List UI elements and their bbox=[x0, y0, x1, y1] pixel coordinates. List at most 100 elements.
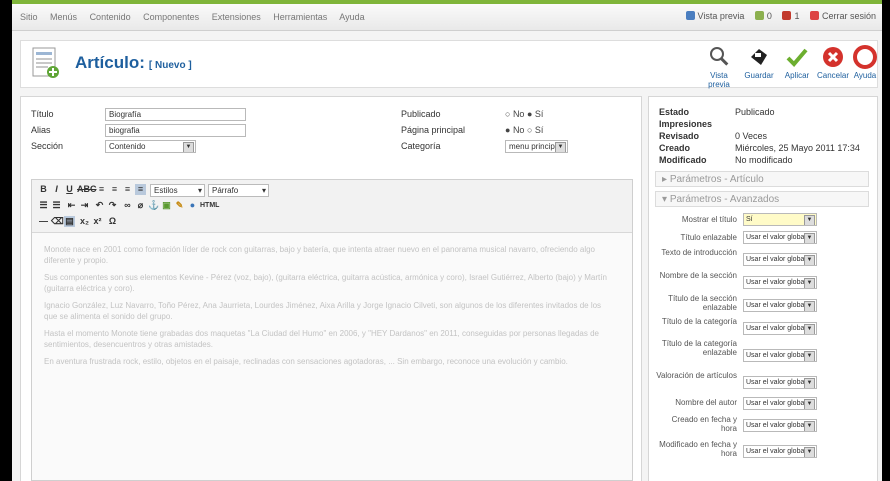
link-icon[interactable]: ∞ bbox=[122, 200, 133, 211]
article-form-panel: Título Biografía Alias biografia Sección… bbox=[20, 96, 642, 481]
save-button[interactable]: Guardar bbox=[741, 45, 777, 80]
help-editor-icon[interactable]: ● bbox=[187, 200, 198, 211]
param-select[interactable]: Usar el valor global ▼ bbox=[743, 349, 817, 362]
chevron-down-icon: ▼ bbox=[804, 378, 815, 388]
main-area: Título Biografía Alias biografia Sección… bbox=[20, 96, 878, 481]
param-label: Título de la sección enlazable bbox=[668, 294, 737, 312]
visual-aid-icon[interactable]: ▤ bbox=[64, 216, 75, 227]
align-center-icon[interactable]: ≡ bbox=[109, 184, 120, 195]
preview-icon bbox=[685, 11, 695, 20]
status-bar: Vista previa 0 1 Cerrar sesión bbox=[678, 11, 876, 21]
numbered-list-icon[interactable]: ☰ bbox=[51, 200, 62, 211]
param-select[interactable]: Sí ▼ bbox=[743, 213, 817, 226]
special-char-icon[interactable]: Ω bbox=[107, 216, 118, 227]
revisado-value: 0 Veces bbox=[735, 131, 768, 141]
menu-ayuda[interactable]: Ayuda bbox=[339, 12, 364, 22]
chevron-down-icon: ▼ bbox=[804, 255, 815, 265]
subscript-icon[interactable]: x₂ bbox=[79, 216, 90, 227]
cleanup-icon[interactable]: ✎ bbox=[174, 200, 185, 211]
image-icon[interactable]: ▣ bbox=[161, 200, 172, 211]
param-select[interactable]: Usar el valor global ▼ bbox=[743, 397, 817, 410]
param-select[interactable]: Usar el valor global ▼ bbox=[743, 445, 817, 458]
align-justify-icon[interactable]: ≡ bbox=[135, 184, 146, 195]
article-page-icon bbox=[32, 47, 59, 78]
italic-icon[interactable]: I bbox=[51, 184, 62, 195]
estado-label: Estado bbox=[659, 107, 690, 117]
logout-link[interactable]: Cerrar sesión bbox=[809, 11, 876, 21]
published-radio-group: ○ No ● Sí bbox=[505, 109, 543, 119]
menu-herramientas[interactable]: Herramientas bbox=[273, 12, 327, 22]
redo-icon[interactable]: ↷ bbox=[107, 200, 118, 211]
help-icon bbox=[853, 45, 877, 69]
save-icon bbox=[751, 49, 767, 65]
wysiwyg-editor[interactable]: B I U ABC ≡ ≡ ≡ ≡ Estilos ▾ Párrafo ▾ ☰ ☰ … bbox=[31, 179, 633, 481]
chevron-down-icon: ▼ bbox=[804, 447, 815, 457]
bullet-list-icon[interactable]: ☰ bbox=[38, 200, 49, 211]
editor-paragraph-2: Sus componentes son sus elementos Kevine… bbox=[44, 273, 607, 293]
chevron-down-icon: ▼ bbox=[804, 215, 815, 225]
cancel-button[interactable]: Cancelar bbox=[815, 45, 851, 80]
horizontal-rule-icon[interactable]: — bbox=[38, 216, 49, 227]
logout-icon bbox=[809, 11, 819, 20]
format-select[interactable]: Párrafo ▾ bbox=[208, 184, 269, 197]
apply-button[interactable]: Aplicar bbox=[779, 45, 815, 80]
section-select[interactable]: Contenido ▼ bbox=[105, 140, 196, 153]
bold-icon[interactable]: B bbox=[38, 184, 49, 195]
menu-componentes[interactable]: Componentes bbox=[143, 12, 199, 22]
status-preview[interactable]: Vista previa bbox=[685, 11, 744, 21]
param-select[interactable]: Usar el valor global ▼ bbox=[743, 419, 817, 432]
param-select[interactable]: Usar el valor global ▼ bbox=[743, 231, 817, 244]
cancel-icon bbox=[823, 47, 843, 67]
outdent-icon[interactable]: ⇤ bbox=[66, 200, 77, 211]
status-users[interactable]: 1 bbox=[782, 11, 799, 21]
category-label: Categoría bbox=[401, 141, 441, 151]
admin-window: Sitio Menús Contenido Componentes Extens… bbox=[12, 0, 882, 481]
param-label: Nombre de la sección bbox=[659, 271, 737, 280]
published-no-radio[interactable]: ○ No bbox=[505, 109, 524, 119]
menu-menus[interactable]: Menús bbox=[50, 12, 77, 22]
param-select[interactable]: Usar el valor global ▼ bbox=[743, 322, 817, 335]
param-select[interactable]: Usar el valor global ▼ bbox=[743, 299, 817, 312]
editor-paragraph-4: Hasta el momento Monote tiene grabadas d… bbox=[44, 329, 599, 349]
editor-paragraph-1: Monote nace en 2001 como formación líder… bbox=[44, 245, 595, 265]
unlink-icon[interactable]: ⌀ bbox=[135, 200, 146, 211]
anchor-icon[interactable]: ⚓ bbox=[148, 200, 159, 211]
align-left-icon[interactable]: ≡ bbox=[96, 184, 107, 195]
help-button[interactable]: Ayuda bbox=[847, 45, 882, 80]
editor-paragraph-5: En aventura frustrada rock, estilo, obje… bbox=[44, 357, 568, 366]
category-select[interactable]: menu principal ▼ bbox=[505, 140, 568, 153]
html-source-icon[interactable]: HTML bbox=[200, 200, 219, 211]
styles-select[interactable]: Estilos ▾ bbox=[150, 184, 205, 197]
param-label: Nombre del autor bbox=[675, 398, 737, 407]
menu-extensiones[interactable]: Extensiones bbox=[212, 12, 261, 22]
underline-icon[interactable]: U bbox=[64, 184, 75, 195]
menu-contenido[interactable]: Contenido bbox=[90, 12, 131, 22]
chevron-down-icon: ▼ bbox=[183, 142, 194, 152]
creado-label: Creado bbox=[659, 143, 691, 153]
param-select[interactable]: Usar el valor global ▼ bbox=[743, 276, 817, 289]
menu-sitio[interactable]: Sitio bbox=[20, 12, 38, 22]
param-label: Valoración de artículos bbox=[656, 371, 737, 380]
chevron-down-icon: ▼ bbox=[804, 421, 815, 431]
strikethrough-icon[interactable]: ABC bbox=[77, 184, 97, 195]
status-messages[interactable]: 0 bbox=[754, 11, 772, 21]
alias-input[interactable]: biografia bbox=[105, 124, 246, 137]
main-menu: Sitio Menús Contenido Componentes Extens… bbox=[20, 12, 375, 22]
align-right-icon[interactable]: ≡ bbox=[122, 184, 133, 195]
remove-format-icon[interactable]: ⌫ bbox=[51, 216, 64, 227]
param-select[interactable]: Usar el valor global ▼ bbox=[743, 253, 817, 266]
undo-icon[interactable]: ↶ bbox=[94, 200, 105, 211]
title-input[interactable]: Biografía bbox=[105, 108, 246, 121]
frontpage-yes-radio[interactable]: ○ Sí bbox=[527, 125, 543, 135]
param-select[interactable]: Usar el valor global ▼ bbox=[743, 376, 817, 389]
param-label: Título enlazable bbox=[680, 233, 737, 242]
preview-button[interactable]: Vista previa bbox=[701, 45, 737, 89]
advanced-params-header[interactable]: ▾ Parámetros - Avanzados bbox=[655, 191, 869, 207]
frontpage-no-radio[interactable]: ● No bbox=[505, 125, 524, 135]
chevron-down-icon: ▼ bbox=[804, 301, 815, 311]
published-yes-radio[interactable]: ● Sí bbox=[527, 109, 543, 119]
article-params-header[interactable]: ▸ Parámetros - Artículo bbox=[655, 171, 869, 187]
indent-icon[interactable]: ⇥ bbox=[79, 200, 90, 211]
mail-icon bbox=[754, 11, 764, 20]
superscript-icon[interactable]: x² bbox=[92, 216, 103, 227]
